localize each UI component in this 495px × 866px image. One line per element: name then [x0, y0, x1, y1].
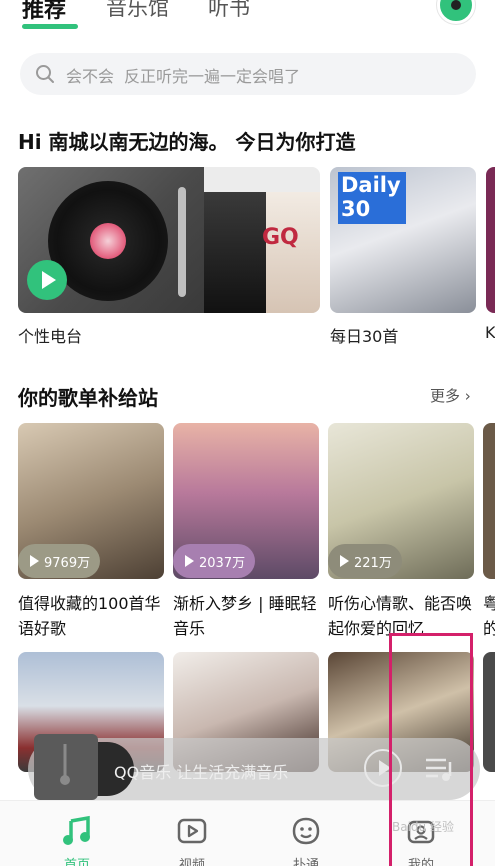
chat-face-icon	[292, 817, 320, 845]
playlist-cover-partial[interactable]	[483, 423, 495, 579]
partial-card[interactable]	[486, 167, 495, 313]
search-placeholder: 会不会 反正听完一遍一定会唱了	[66, 63, 300, 87]
play-count-badge: 2037万	[173, 544, 256, 578]
daily-30-logo-text: Daily 30	[341, 173, 401, 221]
nav-label: 扑通	[292, 858, 319, 866]
search-icon	[36, 65, 54, 83]
chevron-right-icon: ›	[464, 387, 471, 405]
radio-cover-photo	[204, 192, 266, 313]
nav-label: 首页	[63, 858, 90, 866]
daily-30-label: 每日30首	[330, 327, 399, 346]
watermark: Baidu 经验	[392, 820, 454, 834]
playlist-title[interactable]: 渐析入梦乡 | 睡眠轻音乐	[173, 591, 319, 641]
tab-music-hall[interactable]: 音乐馆	[106, 0, 169, 22]
nav-home[interactable]: 首页	[37, 801, 117, 866]
mini-player-cover[interactable]	[34, 734, 98, 800]
nav-putong[interactable]: 扑通	[266, 801, 346, 866]
music-note-icon	[63, 815, 90, 845]
tonearm-icon	[178, 187, 186, 297]
tab-recommend[interactable]: 推荐	[22, 0, 66, 24]
search-keyword: 会不会	[66, 67, 115, 86]
nav-video[interactable]: 视频	[152, 801, 232, 866]
search-hint: 反正听完一遍一定会唱了	[124, 67, 301, 86]
personal-radio-label: 个性电台	[18, 327, 83, 346]
play-count-badge: 9769万	[18, 544, 101, 578]
vinyl-label	[90, 223, 126, 259]
playlist-title[interactable]: 值得收藏的100首华语好歌	[18, 591, 164, 641]
user-avatar[interactable]	[437, 0, 475, 24]
radio-turntable-image	[18, 167, 204, 313]
nav-label: 视频	[178, 858, 205, 866]
playlist-section-title: 你的歌单补给站	[18, 386, 158, 410]
music-note-icon	[60, 744, 70, 785]
play-count-badge: 221万	[328, 544, 402, 578]
more-link[interactable]: 更多 ›	[430, 385, 471, 406]
play-icon[interactable]	[27, 260, 67, 300]
partial-card-label: K	[485, 323, 495, 342]
tab-audiobook[interactable]: 听书	[208, 0, 250, 22]
tab-active-indicator	[22, 24, 78, 29]
search-bar[interactable]: 会不会 反正听完一遍一定会唱了	[20, 53, 476, 95]
top-tab-bar: 推荐 音乐馆 听书	[0, 0, 495, 40]
playlist-title-partial: 粤 的	[483, 594, 495, 638]
radio-cover-photo	[266, 192, 320, 313]
mini-player-text: QQ音乐 让生活充满音乐	[114, 763, 289, 782]
greeting-title: Hi 南城以南无边的海。 今日为你打造	[18, 130, 356, 154]
gq-magazine-logo: GQ	[262, 225, 299, 250]
video-play-icon	[177, 818, 207, 844]
playlist-cover-partial[interactable]	[483, 652, 495, 772]
